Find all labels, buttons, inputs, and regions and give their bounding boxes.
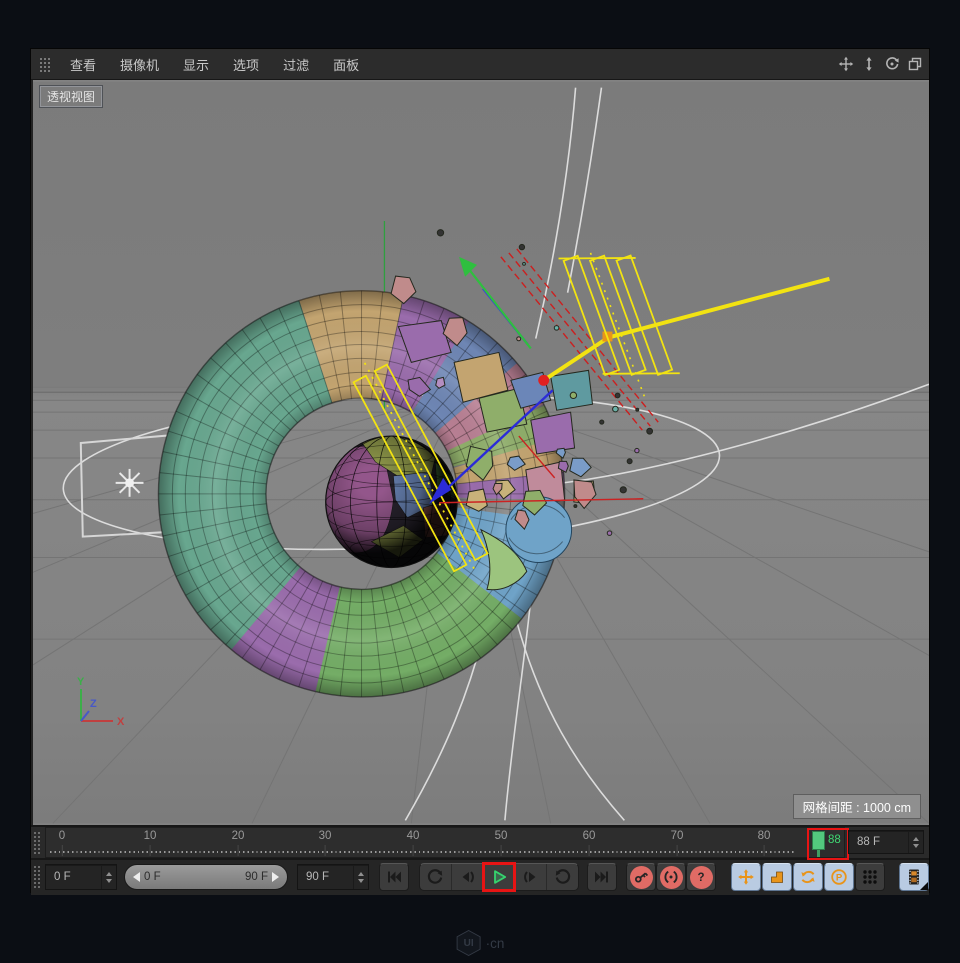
key-position-toggle[interactable]	[731, 863, 761, 891]
tick-label: 40	[407, 830, 420, 842]
key-parameter-toggle[interactable]: P	[824, 863, 854, 891]
point-level-icon	[861, 868, 879, 886]
question-icon: ?	[692, 868, 710, 886]
range-start-spinner[interactable]	[101, 865, 116, 889]
tick-label: 30	[319, 830, 332, 842]
goto-end-button[interactable]	[587, 863, 617, 891]
scale-icon	[768, 868, 786, 886]
range-start-field[interactable]: 0 F	[45, 864, 117, 890]
svg-text:P: P	[836, 873, 843, 884]
autokey-button[interactable]	[656, 863, 686, 891]
key-point-level-toggle[interactable]	[855, 863, 885, 891]
menu-view[interactable]: 查看	[58, 55, 108, 74]
ruler-ticks	[50, 851, 796, 853]
prev-key-icon	[426, 868, 444, 886]
tick-label: 50	[495, 830, 508, 842]
range-end-value: 90 F	[298, 871, 353, 883]
pan-view-icon[interactable]	[838, 56, 854, 72]
goto-prev-frame-button[interactable]	[452, 864, 484, 890]
current-frame-field[interactable]: 88 F	[848, 830, 924, 854]
preview-range-slider[interactable]: 0 F 90 F	[124, 864, 288, 890]
timeline-ruler[interactable]: 0 10 20 30 40 50 60 70 80 88	[45, 827, 845, 858]
menu-options[interactable]: 选项	[221, 55, 271, 74]
goto-start-icon	[385, 868, 403, 886]
watermark-hex-icon: UI	[456, 930, 482, 956]
tick-label: 0	[59, 830, 65, 842]
playback-group	[419, 863, 579, 891]
view-label[interactable]: 透视视图	[39, 85, 103, 108]
goto-prev-key-button[interactable]	[420, 864, 452, 890]
frame-spinner[interactable]	[908, 831, 923, 853]
viewport-menubar: 查看 摄像机 显示 选项 过滤 面板	[31, 49, 929, 80]
timeline: 0 10 20 30 40 50 60 70 80 88 88 F	[31, 827, 929, 858]
next-key-icon	[554, 868, 572, 886]
rotation-icon	[799, 868, 817, 886]
menubar-grip[interactable]	[39, 57, 52, 72]
svg-text:?: ?	[697, 872, 704, 884]
axis-y-label: Y	[77, 676, 85, 688]
goto-start-button[interactable]	[379, 863, 409, 891]
menu-filter[interactable]: 过滤	[271, 55, 321, 74]
playhead-frame-number: 88	[828, 834, 841, 846]
keying-options-button[interactable]: ?	[686, 863, 716, 891]
menu-camera[interactable]: 摄像机	[108, 55, 171, 74]
transport-grip[interactable]	[33, 865, 42, 890]
axis-z-label: Z	[90, 698, 97, 710]
play-button[interactable]	[484, 864, 516, 890]
key-rotation-toggle[interactable]	[793, 863, 823, 891]
tick-label: 80	[758, 830, 771, 842]
record-keyframe-button[interactable]	[626, 863, 656, 891]
screen: { "menu": { "items": ["查看", "摄像机", "显示",…	[0, 0, 960, 963]
menu-display[interactable]: 显示	[171, 55, 221, 74]
range-end-spinner[interactable]	[353, 865, 368, 889]
corner-flag	[920, 882, 928, 890]
dolly-view-icon[interactable]	[861, 56, 877, 72]
play-icon	[490, 868, 508, 886]
range-slider-end: 90 F	[245, 871, 268, 883]
watermark: UI ·cn	[0, 930, 960, 956]
watermark-badge: UI	[457, 931, 481, 955]
autokey-icon	[662, 868, 680, 886]
grid-spacing-label: 网格间距 : 1000 cm	[793, 794, 921, 819]
range-right-arrow-icon[interactable]	[272, 872, 279, 882]
orbit-view-icon[interactable]	[884, 56, 900, 72]
next-frame-icon	[522, 868, 540, 886]
red-handle[interactable]	[538, 375, 549, 386]
timeline-grip[interactable]	[33, 831, 42, 854]
parameter-icon: P	[830, 868, 848, 886]
goto-next-key-button[interactable]	[547, 864, 578, 890]
axis-gizmo: Y X Z	[63, 675, 127, 733]
transport-bar: 0 F 0 F 90 F 90 F	[31, 860, 929, 895]
key-scale-toggle[interactable]	[762, 863, 792, 891]
position-icon	[737, 868, 755, 886]
current-frame-value: 88 F	[849, 836, 908, 848]
axis-x-label: X	[117, 716, 125, 728]
range-start-value: 0 F	[46, 871, 101, 883]
tick-label: 20	[232, 830, 245, 842]
scene-canvas	[33, 80, 929, 825]
viewport-panel-window: 查看 摄像机 显示 选项 过滤 面板	[30, 48, 930, 893]
tick-label: 10	[144, 830, 157, 842]
range-left-arrow-icon[interactable]	[133, 872, 140, 882]
goto-next-frame-button[interactable]	[515, 864, 547, 890]
film-strip-button[interactable]	[899, 863, 929, 891]
prev-frame-icon	[458, 868, 476, 886]
toggle-viewport-icon[interactable]	[907, 56, 923, 72]
range-end-field[interactable]: 90 F	[297, 864, 369, 890]
tick-label: 60	[583, 830, 596, 842]
playhead[interactable]	[812, 831, 825, 850]
goto-end-icon	[593, 868, 611, 886]
key-icon	[632, 868, 650, 886]
viewport-3d[interactable]: 透视视图 网格间距 : 1000 cm Y X Z	[33, 80, 929, 825]
watermark-suffix: ·cn	[486, 936, 505, 951]
range-slider-start: 0 F	[144, 871, 161, 883]
tick-label: 70	[671, 830, 684, 842]
menu-panel[interactable]: 面板	[321, 55, 371, 74]
sphere-object[interactable]	[326, 436, 457, 567]
